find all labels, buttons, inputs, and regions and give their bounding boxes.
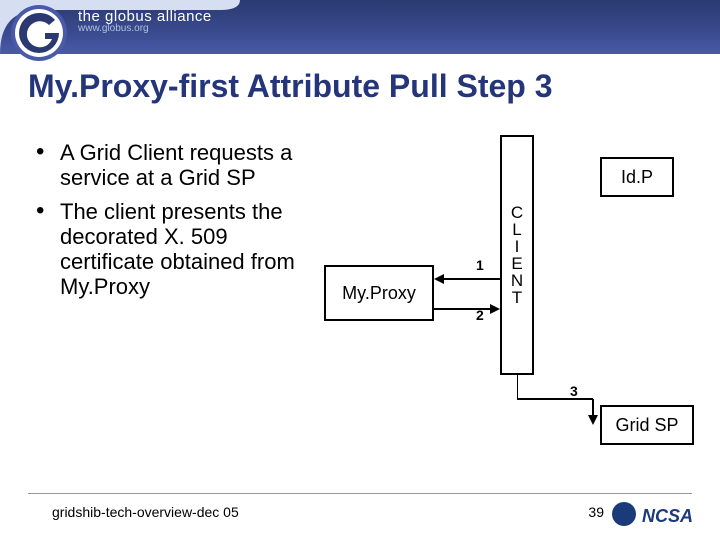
footer-left-text: gridshib-tech-overview-dec 05 xyxy=(52,504,239,520)
bullet-item: A Grid Client requests a service at a Gr… xyxy=(36,140,306,191)
slide: the globus alliance www.globus.org My.Pr… xyxy=(0,0,720,540)
bullet-item: The client presents the decorated X. 509… xyxy=(36,199,306,300)
banner-text: the globus alliance www.globus.org xyxy=(78,8,212,34)
gridsp-box: Grid SP xyxy=(600,405,694,445)
arrow-3 xyxy=(517,375,607,431)
bullet-list: A Grid Client requests a service at a Gr… xyxy=(36,140,306,308)
myproxy-box: My.Proxy xyxy=(324,265,434,321)
idp-box: Id.P xyxy=(600,157,674,197)
client-letter: L xyxy=(512,221,521,238)
arrow-label-3: 3 xyxy=(570,383,578,399)
arrow-label-1: 1 xyxy=(476,257,484,273)
slide-title: My.Proxy-first Attribute Pull Step 3 xyxy=(28,68,553,105)
svg-text:NCSA: NCSA xyxy=(642,506,693,526)
architecture-diagram: My.Proxy C L I E N T Id.P Grid SP 1 2 3 xyxy=(320,135,700,455)
client-letter: E xyxy=(511,255,522,272)
header-banner: the globus alliance www.globus.org xyxy=(0,0,720,54)
page-number: 39 xyxy=(588,504,604,520)
ncsa-logo-icon: NCSA xyxy=(610,494,700,534)
client-letter: T xyxy=(512,289,522,306)
client-letter: I xyxy=(515,238,520,255)
arrow-label-2: 2 xyxy=(476,307,484,323)
footer-divider xyxy=(28,493,692,494)
client-letter: N xyxy=(511,272,523,289)
arrow-1 xyxy=(434,273,500,285)
client-box: C L I E N T xyxy=(500,135,534,375)
client-letter: C xyxy=(511,204,523,221)
globus-logo-icon xyxy=(8,2,70,64)
arrow-2 xyxy=(434,303,500,315)
